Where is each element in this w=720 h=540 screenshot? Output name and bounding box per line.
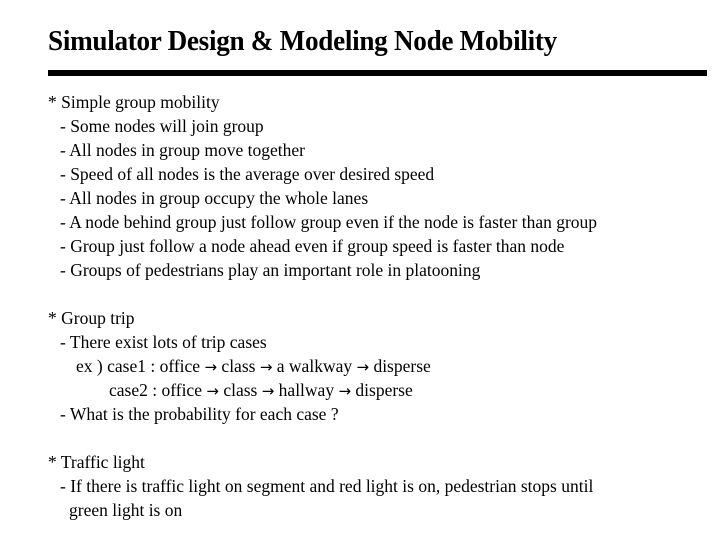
section-heading-traffic-light: * Traffic light xyxy=(48,452,145,472)
section-heading-simple-group-mobility: * Simple group mobility xyxy=(48,92,220,112)
case-label: case2 : xyxy=(109,380,162,400)
arrow-right-icon: → xyxy=(204,358,218,376)
case-step: class xyxy=(223,380,258,400)
arrow-right-icon: → xyxy=(338,382,352,400)
slide-title: Simulator Design & Modeling Node Mobilit… xyxy=(48,26,557,57)
arrow-right-icon: → xyxy=(259,358,273,376)
trip-case-2: case2 : office → class → hallway → dispe… xyxy=(109,380,413,401)
list-item: - There exist lots of trip cases xyxy=(60,332,267,352)
case-label: case1 : xyxy=(107,356,160,376)
case-step: office xyxy=(161,380,202,400)
list-item: - Groups of pedestrians play an importan… xyxy=(60,260,481,280)
list-item: - All nodes in group move together xyxy=(60,140,305,160)
list-item: - What is the probability for each case … xyxy=(60,404,339,424)
case-prefix: ex ) xyxy=(76,356,108,376)
case-step: class xyxy=(221,356,256,376)
section-heading-group-trip: * Group trip xyxy=(48,308,135,328)
arrow-right-icon: → xyxy=(356,358,370,376)
list-item: - If there is traffic light on segment a… xyxy=(60,476,594,496)
case-step: office xyxy=(159,356,201,376)
case-step: disperse xyxy=(373,356,431,376)
case-step: hallway xyxy=(278,380,335,400)
arrow-right-icon: → xyxy=(206,382,219,400)
case-step: a walkway xyxy=(276,356,353,376)
trip-case-1: ex ) case1 : office → class → a walkway … xyxy=(76,356,431,377)
title-underline xyxy=(48,70,707,76)
list-item: - A node behind group just follow group … xyxy=(60,212,598,232)
list-item: - Some nodes will join group xyxy=(60,116,264,136)
case-step: disperse xyxy=(355,380,413,400)
list-item-continuation: green light is on xyxy=(69,500,183,520)
list-item: - Speed of all nodes is the average over… xyxy=(60,164,435,184)
arrow-right-icon: → xyxy=(261,382,275,400)
list-item: - Group just follow a node ahead even if… xyxy=(60,236,565,256)
list-item: - All nodes in group occupy the whole la… xyxy=(60,188,369,208)
